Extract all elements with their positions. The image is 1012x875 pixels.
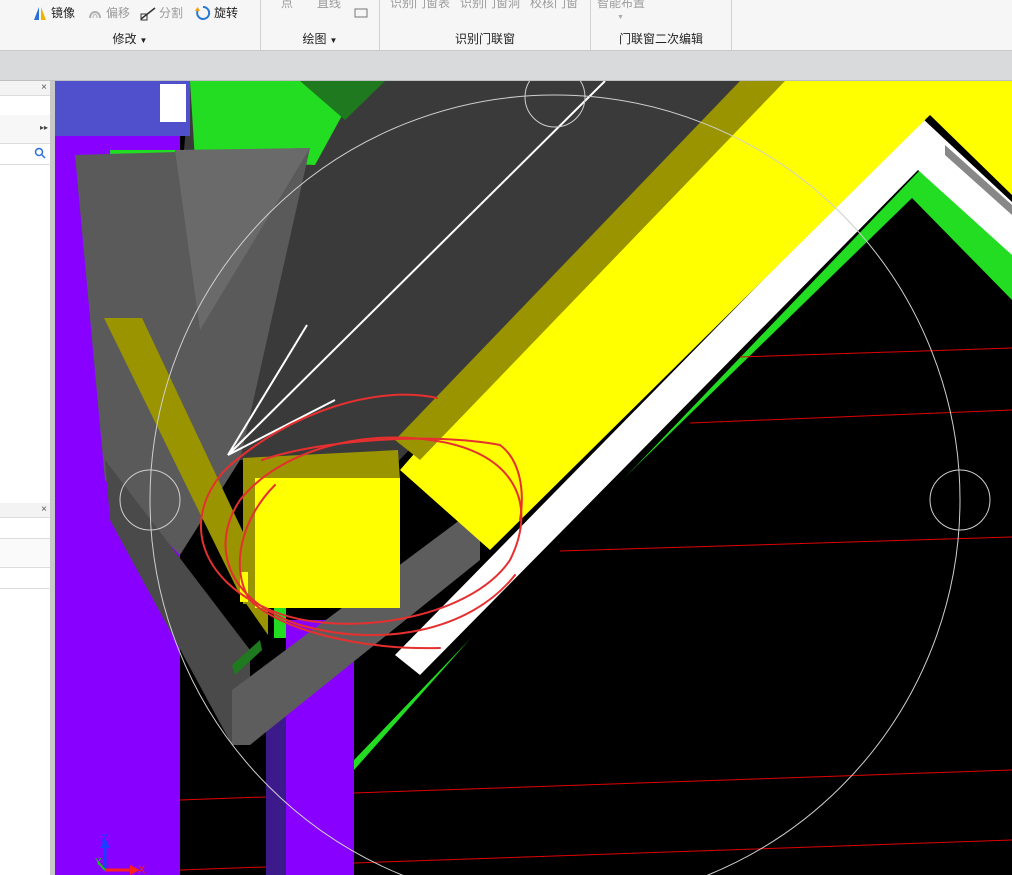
axis-z-label: Z — [101, 833, 108, 845]
left-panel-row — [0, 539, 50, 568]
axis-x-label: X — [138, 864, 146, 875]
left-panel-header-2: × — [0, 503, 50, 518]
white-block — [160, 84, 186, 122]
viewport-canvas[interactable]: Z Y X — [55, 81, 1012, 875]
identify-hole-label: 识别门窗洞 — [460, 0, 521, 10]
left-panel: × ▸▸ × — [0, 81, 51, 875]
left-panel-search[interactable] — [0, 144, 50, 165]
offset-button[interactable]: 偏移 — [87, 4, 130, 22]
left-panel-toolbar: ▸▸ — [0, 115, 50, 144]
rotate-button[interactable]: 旋转 — [195, 4, 238, 22]
axis-y-label: Y — [95, 857, 102, 868]
edit-group-label: 门联窗二次编辑 — [618, 32, 703, 46]
ribbon-group-identify: 识别门窗表 识别门窗洞 校核门窗 识别门联窗 — [380, 0, 591, 50]
line-label: 直线 — [317, 0, 342, 10]
identify-group-label: 识别门联窗 — [454, 32, 515, 46]
offset-label: 偏移 — [106, 6, 131, 20]
left-panel-row — [0, 518, 50, 539]
chevron-down-icon: ▼ — [329, 36, 338, 45]
mirror-icon — [32, 5, 48, 21]
draw-group-dropdown[interactable]: 绘图 ▼ — [261, 30, 379, 47]
identify-table-button[interactable]: 识别门窗表 — [390, 0, 450, 12]
point-label: 点 — [281, 0, 294, 10]
modify-group-label: 修改 — [112, 32, 137, 46]
expand-more-icon[interactable]: ▸▸ — [40, 123, 48, 132]
mirror-button[interactable]: 镜像 — [32, 4, 75, 22]
point-button[interactable]: 点 — [281, 0, 293, 12]
offset-icon — [87, 5, 103, 21]
smart-layout-button[interactable]: 智能布置 — [597, 0, 645, 12]
ribbon-group-edit: 智能布置 ▼ 门联窗二次编辑 — [591, 0, 732, 50]
modify-group-dropdown[interactable]: 修改 ▼ — [0, 30, 260, 47]
line-button[interactable]: 直线 — [317, 0, 341, 12]
yellow-block[interactable] — [255, 478, 400, 608]
left-panel-header: × — [0, 81, 50, 96]
identify-table-label: 识别门窗表 — [390, 0, 451, 10]
split-icon — [140, 5, 156, 21]
close-icon[interactable]: × — [41, 505, 47, 515]
edit-group-label-wrap: 门联窗二次编辑 — [591, 30, 731, 47]
chevron-down-icon: ▼ — [139, 36, 148, 45]
rectangle-button[interactable] — [353, 4, 369, 22]
search-icon[interactable] — [34, 147, 46, 162]
close-icon[interactable]: × — [41, 83, 47, 93]
smart-layout-caret: ▼ — [617, 14, 624, 21]
ribbon-toolbar: 镜像 偏移 分割 旋转 修改 ▼ 点 直线 绘图 ▼ 识别门窗表 识别门窗洞 校… — [0, 0, 1012, 51]
mirror-label: 镜像 — [51, 6, 76, 20]
rotate-icon — [195, 5, 211, 21]
check-window-label: 校核门窗 — [530, 0, 579, 10]
ribbon-group-modify: 镜像 偏移 分割 旋转 修改 ▼ — [0, 0, 261, 50]
rotate-label: 旋转 — [214, 6, 239, 20]
rectangle-icon — [353, 5, 369, 21]
ribbon-group-draw: 点 直线 绘图 ▼ — [261, 0, 380, 50]
smart-layout-label: 智能布置 — [597, 0, 646, 10]
3d-viewport[interactable]: Z Y X — [55, 81, 1012, 875]
split-button[interactable]: 分割 — [140, 4, 183, 22]
check-window-button[interactable]: 校核门窗 — [530, 0, 578, 12]
draw-group-label: 绘图 — [302, 32, 327, 46]
identify-hole-button[interactable]: 识别门窗洞 — [460, 0, 520, 12]
identify-group-label-wrap: 识别门联窗 — [380, 30, 590, 47]
document-tab-strip — [0, 51, 1012, 81]
split-label: 分割 — [159, 6, 184, 20]
left-panel-row — [0, 568, 50, 589]
